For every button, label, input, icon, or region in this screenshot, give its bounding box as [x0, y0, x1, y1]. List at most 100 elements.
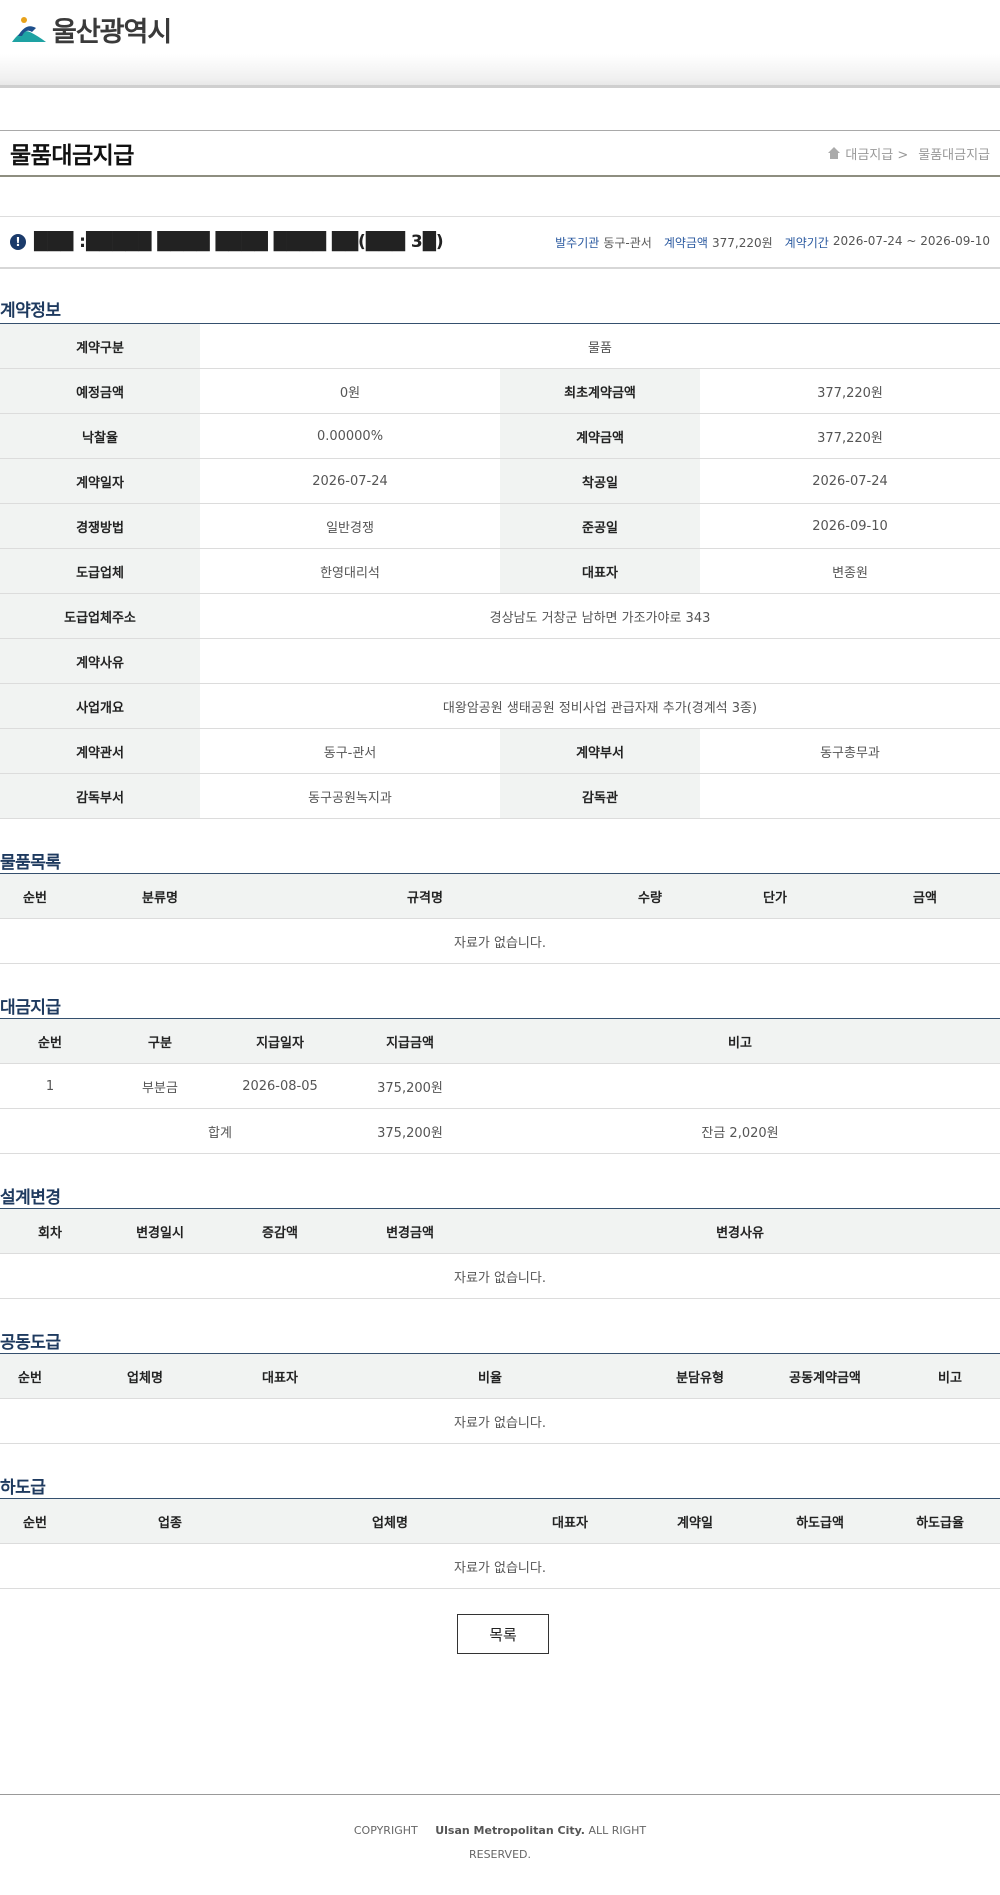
column-header: 분담유형	[650, 1353, 750, 1399]
amount-label: 계약금액	[663, 235, 708, 250]
row-value	[700, 773, 1000, 819]
column-header: 규격명	[250, 873, 600, 919]
column-header: 분류명	[70, 873, 250, 919]
column-header: 지급금액	[340, 1018, 480, 1064]
row-value: 한영대리석	[200, 548, 500, 594]
row-label: 도급업체	[0, 548, 200, 594]
column-header: 비고	[900, 1353, 1000, 1399]
period-label: 계약기간	[784, 235, 829, 250]
empty-message: 자료가 없습니다.	[0, 918, 1000, 964]
empty-message: 자료가 없습니다.	[0, 1253, 1000, 1299]
row-label: 대표자	[500, 548, 700, 594]
table-row: 1 부분금 2026-08-05 375,200원	[0, 1063, 1000, 1109]
column-header: 단가	[700, 873, 850, 919]
table-row: 자료가 없습니다.	[0, 1543, 1000, 1589]
row-value: 경상남도 거창군 남하면 가조가야로 343	[200, 593, 1000, 639]
page-title-bar: 물품대금지급 대금지급 > 물품대금지급	[0, 130, 1000, 177]
table-row: 자료가 없습니다.	[0, 1398, 1000, 1444]
table-row: 낙찰율 0.00000% 계약금액 377,220원	[0, 413, 1000, 459]
column-header: 순번	[0, 1353, 60, 1399]
design-change-table: 회차 변경일시 증감액 변경금액 변경사유 자료가 없습니다.	[0, 1208, 1000, 1299]
row-label: 도급업체주소	[0, 593, 200, 639]
table-header-row: 순번 구분 지급일자 지급금액 비고	[0, 1018, 1000, 1064]
row-value: 377,220원	[700, 413, 1000, 459]
payment-type: 부분금	[100, 1063, 220, 1109]
column-header: 변경사유	[480, 1208, 1000, 1254]
column-header: 비고	[480, 1018, 1000, 1064]
column-header: 회차	[0, 1208, 100, 1254]
total-amount: 375,200원	[340, 1108, 480, 1154]
site-logo[interactable]: 울산광역시	[10, 10, 172, 49]
section-title-payments: 대금지급	[0, 998, 61, 1018]
payments-table: 순번 구분 지급일자 지급금액 비고 1 부분금 2026-08-05 375,…	[0, 1018, 1000, 1154]
footer-reserved: RESERVED.	[468, 1848, 531, 1861]
column-header: 비율	[330, 1353, 650, 1399]
page-title: 물품대금지급	[10, 143, 134, 169]
total-label: 합계	[0, 1108, 340, 1154]
row-value: 동구총무과	[700, 728, 1000, 774]
top-header: 울산광역시	[0, 0, 1000, 54]
row-label: 감독관	[500, 773, 700, 819]
table-row: 도급업체 한영대리석 대표자 변종원	[0, 548, 1000, 594]
row-value: 물품	[200, 323, 1000, 369]
column-header: 업체명	[60, 1353, 230, 1399]
column-header: 공동계약금액	[750, 1353, 900, 1399]
section-title-goods: 물품목록	[0, 853, 61, 873]
empty-message: 자료가 없습니다.	[0, 1398, 1000, 1444]
home-icon[interactable]	[827, 146, 841, 160]
table-header-row: 순번 업체명 대표자 비율 분담유형 공동계약금액 비고	[0, 1353, 1000, 1399]
column-header: 순번	[0, 873, 70, 919]
payment-note	[480, 1063, 1000, 1109]
column-header: 업체명	[270, 1498, 510, 1544]
amount-value: 377,220원	[711, 235, 773, 250]
row-label: 경쟁방법	[0, 503, 200, 549]
row-value: 동구-관서	[200, 728, 500, 774]
row-label: 계약관서	[0, 728, 200, 774]
breadcrumb-item-current[interactable]: 물품대금지급	[918, 144, 990, 163]
breadcrumb: 대금지급 > 물품대금지급	[827, 144, 990, 163]
row-label: 사업개요	[0, 683, 200, 729]
ulsan-logo-icon	[12, 16, 46, 42]
footer-rights: ALL RIGHT	[588, 1824, 647, 1837]
empty-message: 자료가 없습니다.	[0, 1543, 1000, 1589]
subcontract-table: 순번 업종 업체명 대표자 계약일 하도급액 하도급율 자료가 없습니다.	[0, 1498, 1000, 1589]
list-button[interactable]: 목록	[457, 1614, 549, 1654]
table-row: 계약구분 물품	[0, 323, 1000, 369]
row-label: 계약사유	[0, 638, 200, 684]
contract-name: ███ :█████ ████ ████ ████ ██(███ 3█)	[34, 232, 444, 252]
table-header-row: 회차 변경일시 증감액 변경금액 변경사유	[0, 1208, 1000, 1254]
column-header: 순번	[0, 1018, 100, 1064]
table-row: 감독부서 동구공원녹지과 감독관	[0, 773, 1000, 819]
column-header: 계약일	[630, 1498, 760, 1544]
order-agency-value: 동구-관서	[603, 235, 652, 250]
table-row: 도급업체주소 경상남도 거창군 남하면 가조가야로 343	[0, 593, 1000, 639]
row-value: 377,220원	[700, 368, 1000, 414]
row-value: 2026-07-24	[200, 458, 500, 504]
row-label: 계약구분	[0, 323, 200, 369]
table-row-total: 합계 375,200원 잔금 2,020원	[0, 1108, 1000, 1154]
table-row: 자료가 없습니다.	[0, 1253, 1000, 1299]
row-value: 일반경쟁	[200, 503, 500, 549]
contract-meta: 발주기관 동구-관서 계약금액 377,220원 계약기간 2026-07-24…	[547, 234, 990, 251]
table-header-row: 순번 업종 업체명 대표자 계약일 하도급액 하도급율	[0, 1498, 1000, 1544]
table-header-row: 순번 분류명 규격명 수량 단가 금액	[0, 873, 1000, 919]
payment-no: 1	[0, 1063, 100, 1109]
goods-table: 순번 분류명 규격명 수량 단가 금액 자료가 없습니다.	[0, 873, 1000, 964]
row-label: 계약금액	[500, 413, 700, 459]
row-label: 준공일	[500, 503, 700, 549]
footer-org: Ulsan Metropolitan City.	[435, 1824, 585, 1837]
row-value: 2026-07-24	[700, 458, 1000, 504]
section-title-joint: 공동도급	[0, 1333, 61, 1353]
table-row: 계약일자 2026-07-24 착공일 2026-07-24	[0, 458, 1000, 504]
column-header: 증감액	[220, 1208, 340, 1254]
breadcrumb-item-payment[interactable]: 대금지급 >	[845, 144, 908, 163]
joint-table: 순번 업체명 대표자 비율 분담유형 공동계약금액 비고 자료가 없습니다.	[0, 1353, 1000, 1444]
column-header: 순번	[0, 1498, 70, 1544]
table-row: 계약관서 동구-관서 계약부서 동구총무과	[0, 728, 1000, 774]
site-name: 울산광역시	[52, 17, 172, 48]
row-label: 최초계약금액	[500, 368, 700, 414]
column-header: 변경일시	[100, 1208, 220, 1254]
payment-amount: 375,200원	[340, 1063, 480, 1109]
table-row: 예정금액 0원 최초계약금액 377,220원	[0, 368, 1000, 414]
payment-date: 2026-08-05	[220, 1063, 340, 1109]
